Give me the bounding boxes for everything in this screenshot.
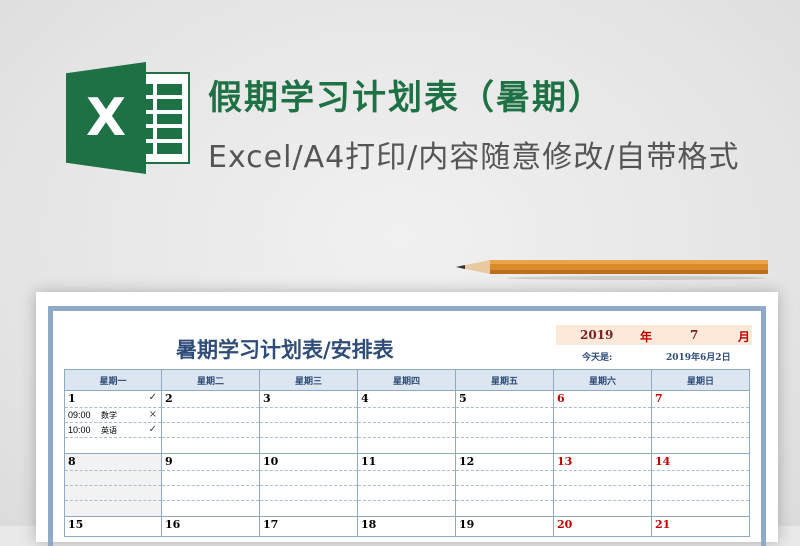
- day-cell[interactable]: 5: [456, 391, 554, 454]
- pencil-icon: [456, 260, 768, 280]
- day-number-weekend: 13: [557, 455, 573, 468]
- sheet-title: 暑期学习计划表/安排表: [176, 337, 394, 362]
- week-row: 8 9 10 11 12 13 14: [64, 454, 750, 517]
- day-cell[interactable]: 2: [162, 391, 260, 454]
- day-cell[interactable]: 11: [358, 454, 456, 517]
- day-number: 15: [68, 518, 84, 531]
- day-cell[interactable]: 4: [358, 391, 456, 454]
- weekday-header: 星期三: [260, 369, 358, 391]
- banner-title: 假期学习计划表（暑期）: [208, 78, 604, 118]
- month-value[interactable]: 7: [690, 328, 698, 342]
- day-number-weekend: 20: [557, 518, 573, 531]
- day-number: 9: [165, 455, 173, 468]
- day-number: 3: [263, 392, 271, 405]
- task-line[interactable]: 10:00 英语 ✓: [65, 422, 161, 437]
- day-cell[interactable]: 18: [358, 517, 456, 537]
- weekday-header: 星期二: [162, 369, 260, 391]
- day-number: 19: [459, 518, 475, 531]
- day-number-weekend: 6: [557, 392, 565, 405]
- day-cell[interactable]: 14: [652, 454, 750, 517]
- day-cell[interactable]: 3: [260, 391, 358, 454]
- logo-letter: X: [66, 62, 146, 174]
- task-name: 数学: [101, 411, 117, 420]
- week-row: 15 16 17 18 19 20 21: [64, 517, 750, 537]
- day-cell[interactable]: 8: [64, 454, 162, 517]
- weekday-header: 星期六: [554, 369, 652, 391]
- day-cell[interactable]: 19: [456, 517, 554, 537]
- day-number: 4: [361, 392, 369, 405]
- day-number: 1: [68, 392, 76, 405]
- calendar-grid: 星期一 星期二 星期三 星期四 星期五 星期六 星期日 1 ✓ 09:00 数学…: [64, 369, 750, 537]
- today-value: 2019年6月2日: [666, 353, 731, 363]
- day-cell[interactable]: 13: [554, 454, 652, 517]
- weekday-header: 星期五: [456, 369, 554, 391]
- day-cell[interactable]: 20: [554, 517, 652, 537]
- day-number: 12: [459, 455, 475, 468]
- task-status-mark: ×: [148, 409, 157, 420]
- day-number-weekend: 14: [655, 455, 671, 468]
- task-status-mark: ✓: [148, 424, 157, 435]
- day-cell[interactable]: 7: [652, 391, 750, 454]
- weekday-header: 星期日: [652, 369, 750, 391]
- day-cell[interactable]: 17: [260, 517, 358, 537]
- week-row: 1 ✓ 09:00 数学 × 10:00 英语 ✓ 2 3 4 5 6 7: [64, 391, 750, 454]
- task-time: 09:00: [68, 410, 91, 420]
- year-label: 年: [640, 330, 653, 344]
- day-number: 18: [361, 518, 377, 531]
- weekday-header: 星期四: [358, 369, 456, 391]
- task-name: 英语: [101, 426, 117, 435]
- year-month-box: 2019 年 7 月: [556, 325, 752, 345]
- day-number: 17: [263, 518, 279, 531]
- day-number: 16: [165, 518, 181, 531]
- day-cell[interactable]: 16: [162, 517, 260, 537]
- weekday-header: 星期一: [64, 369, 162, 391]
- day-cell[interactable]: 10: [260, 454, 358, 517]
- day-number: 2: [165, 392, 173, 405]
- excel-logo-icon: X: [66, 62, 194, 174]
- day-cell[interactable]: 12: [456, 454, 554, 517]
- task-line[interactable]: [65, 437, 161, 452]
- day-number: 5: [459, 392, 467, 405]
- weekday-header-row: 星期一 星期二 星期三 星期四 星期五 星期六 星期日: [64, 369, 750, 391]
- day-number: 11: [361, 455, 377, 468]
- day-cell[interactable]: 21: [652, 517, 750, 537]
- banner-subtitle: Excel/A4打印/内容随意修改/自带格式: [208, 140, 740, 175]
- year-value[interactable]: 2019: [580, 328, 613, 342]
- day-status-mark: ✓: [148, 392, 157, 403]
- day-cell[interactable]: 1 ✓ 09:00 数学 × 10:00 英语 ✓: [64, 391, 162, 454]
- task-line[interactable]: 09:00 数学 ×: [65, 407, 161, 422]
- day-number: 10: [263, 455, 279, 468]
- today-label: 今天是:: [582, 353, 613, 363]
- task-time: 10:00: [68, 425, 91, 435]
- day-number: 8: [68, 455, 76, 468]
- day-cell[interactable]: 9: [162, 454, 260, 517]
- day-number-weekend: 7: [655, 392, 663, 405]
- day-number-weekend: 21: [655, 518, 671, 531]
- day-cell[interactable]: 6: [554, 391, 652, 454]
- month-label: 月: [738, 330, 751, 344]
- day-cell[interactable]: 15: [64, 517, 162, 537]
